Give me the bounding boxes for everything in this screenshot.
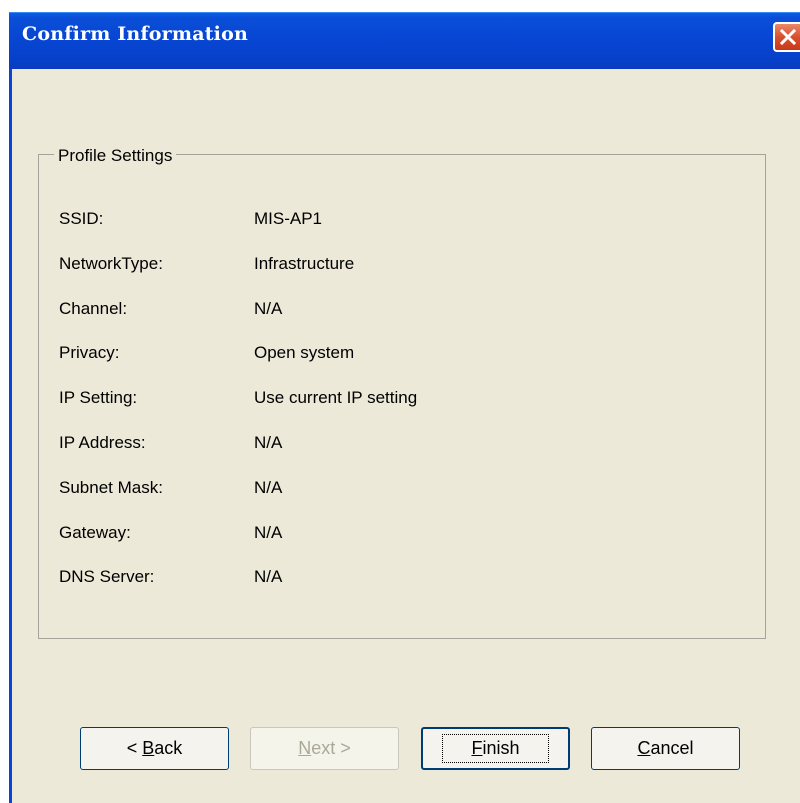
- privacy-label: Privacy:: [59, 343, 120, 362]
- network-type-value: Infrastructure: [254, 254, 355, 273]
- group-label: Profile Settings: [54, 146, 177, 166]
- ssid-label: SSID:: [59, 209, 104, 228]
- ip-address-label: IP Address:: [59, 433, 146, 452]
- ip-address-value: N/A: [254, 433, 283, 452]
- dns-server-label: DNS Server:: [59, 567, 155, 586]
- privacy-value: Open system: [254, 343, 355, 362]
- network-type-label: NetworkType:: [59, 254, 163, 273]
- gateway-value: N/A: [254, 523, 283, 542]
- ip-setting-value: Use current IP setting: [254, 388, 418, 407]
- back-button[interactable]: < Back: [80, 727, 229, 770]
- channel-label: Channel:: [59, 299, 128, 318]
- window-title: Confirm Information: [22, 23, 248, 45]
- window-left-border: [9, 69, 12, 803]
- channel-value: N/A: [254, 299, 283, 318]
- subnet-mask-label: Subnet Mask:: [59, 478, 163, 497]
- gateway-label: Gateway:: [59, 523, 131, 542]
- next-button[interactable]: Next >: [250, 727, 399, 770]
- close-icon: [779, 28, 796, 46]
- close-button[interactable]: [773, 22, 800, 52]
- finish-button-label: Finish: [442, 734, 549, 763]
- dns-server-value: N/A: [254, 567, 283, 586]
- cancel-button[interactable]: Cancel: [591, 727, 740, 770]
- back-button-label: < Back: [126, 738, 183, 758]
- finish-button[interactable]: Finish: [421, 727, 570, 770]
- next-button-label: Next >: [298, 738, 351, 758]
- ip-setting-label: IP Setting:: [59, 388, 138, 407]
- cancel-button-label: Cancel: [637, 738, 694, 758]
- title-bar[interactable]: Confirm Information: [9, 12, 800, 69]
- ssid-value: MIS-AP1: [254, 209, 323, 228]
- subnet-mask-value: N/A: [254, 478, 283, 497]
